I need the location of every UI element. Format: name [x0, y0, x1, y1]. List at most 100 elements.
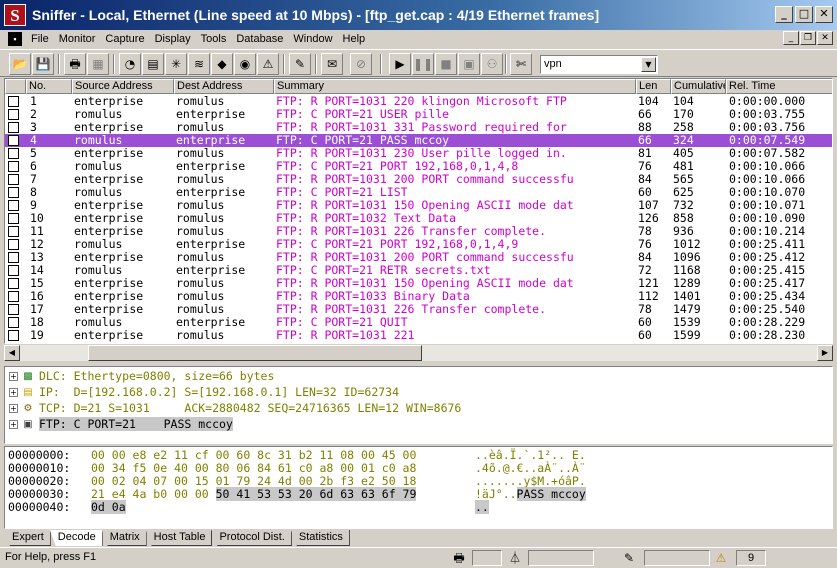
define-filter-icon[interactable]: ✄ [510, 53, 532, 75]
menu-capture[interactable]: Capture [100, 33, 149, 45]
header-dest-address[interactable]: Dest Address [174, 79, 274, 94]
pause-capture-icon[interactable]: ❚❚ [412, 53, 434, 75]
frame-checkbox[interactable] [8, 226, 19, 237]
minimize-button[interactable]: _ [775, 6, 793, 23]
header-cumulative[interactable]: Cumulative [671, 79, 726, 94]
child-restore-button[interactable]: ❐ [800, 31, 816, 45]
decode-line[interactable]: + ⚙ TCP: D=21 S=1031 ACK=2880482 SEQ=24716… [9, 400, 461, 416]
expand-plus-icon[interactable]: + [9, 387, 18, 397]
header-len[interactable]: Len [636, 79, 671, 94]
frame-row[interactable]: 4 romulus enterprise FTP: C PORT=21 PASS mc… [5, 134, 832, 147]
start-capture-icon[interactable]: ▶ [389, 53, 411, 75]
frame-row[interactable]: 9 enterprise romulus FTP: R PORT=1031 150 O… [5, 199, 832, 212]
decode-line[interactable]: + ▩ DLC: Ethertype=0800, size=66 bytes [9, 368, 274, 384]
hex-row[interactable]: 00000030: 21 e4 4a b0 00 00 50 41 53 53 2… [8, 487, 828, 501]
display-capture-icon[interactable]: ⚇ [481, 53, 503, 75]
tab-matrix[interactable]: Matrix [101, 530, 147, 546]
frame-row[interactable]: 7 enterprise romulus FTP: R PORT=1031 200 P… [5, 173, 832, 186]
frame-checkbox[interactable] [8, 96, 19, 107]
frame-row[interactable]: 10 enterprise romulus FTP: R PORT=1032 Text… [5, 212, 832, 225]
frame-checkbox[interactable] [8, 265, 19, 276]
application-response-icon[interactable]: ≋ [188, 53, 210, 75]
header-no[interactable]: No. [26, 79, 72, 94]
filter-dropdown[interactable]: vpn ▼ [540, 55, 658, 74]
open-folder-icon[interactable]: 📂 [9, 53, 31, 75]
stop-and-display-icon[interactable]: ▣ [458, 53, 480, 75]
frame-row[interactable]: 11 enterprise romulus FTP: R PORT=1031 226 … [5, 225, 832, 238]
frame-checkbox[interactable] [8, 239, 19, 250]
decode-pane[interactable]: + ▩ DLC: Ethertype=0800, size=66 bytes + ▤ IP… [4, 366, 833, 444]
menu-window[interactable]: Window [288, 33, 337, 45]
print-icon[interactable]: 🖶 [64, 53, 86, 75]
frame-row[interactable]: 19 enterprise romulus FTP: R PORT=1031 221 6… [5, 329, 832, 342]
frame-checkbox[interactable] [8, 304, 19, 315]
frame-checkbox[interactable] [8, 161, 19, 172]
frame-row[interactable]: 2 romulus enterprise FTP: C PORT=21 USER pi… [5, 108, 832, 121]
menu-help[interactable]: Help [338, 33, 371, 45]
frame-checkbox[interactable] [8, 317, 19, 328]
chevron-down-icon[interactable]: ▼ [641, 57, 656, 72]
frame-checkbox[interactable] [8, 252, 19, 263]
frame-row[interactable]: 18 romulus enterprise FTP: C PORT=21 QUIT 60… [5, 316, 832, 329]
app-logo-icon[interactable]: S [4, 4, 26, 26]
alarm-log-icon[interactable]: ⚠ [257, 53, 279, 75]
frame-row[interactable]: 1 enterprise romulus FTP: R PORT=1031 220 k… [5, 95, 832, 108]
frame-checkbox[interactable] [8, 148, 19, 159]
frame-row[interactable]: 14 romulus enterprise FTP: C PORT=21 RETR s… [5, 264, 832, 277]
tab-expert[interactable]: Expert [4, 530, 51, 546]
frame-checkbox[interactable] [8, 291, 19, 302]
title-bar[interactable]: S Sniffer - Local, Ethernet (Line speed … [0, 0, 837, 30]
header-rel-time[interactable]: Rel. Time [726, 79, 832, 94]
header-source-address[interactable]: Source Address [72, 79, 174, 94]
frame-checkbox[interactable] [8, 109, 19, 120]
frame-row[interactable]: 17 enterprise romulus FTP: R PORT=1031 226 … [5, 303, 832, 316]
menu-database[interactable]: Database [231, 33, 288, 45]
tab-decode[interactable]: Decode [49, 530, 103, 546]
history-samples-icon[interactable]: ◆ [211, 53, 233, 75]
decode-line[interactable]: + ▣ FTP: C PORT=21 PASS mccoy [9, 416, 233, 432]
print-preview-icon[interactable]: ▦ [87, 53, 109, 75]
expand-plus-icon[interactable]: + [9, 403, 18, 413]
tab-protocol-dist[interactable]: Protocol Dist. [211, 530, 292, 546]
header-checkbox-column[interactable] [5, 79, 26, 94]
frame-row[interactable]: 6 romulus enterprise FTP: C PORT=21 PORT 19… [5, 160, 832, 173]
document-icon[interactable]: ▪ [8, 32, 22, 46]
menu-tools[interactable]: Tools [196, 33, 232, 45]
frame-row[interactable]: 16 enterprise romulus FTP: R PORT=1033 Bina… [5, 290, 832, 303]
menu-file[interactable]: File [26, 33, 54, 45]
scroll-right-icon[interactable]: ▶ [817, 345, 833, 361]
hex-pane[interactable]: 00000000: 00 00 e8 e2 11 cf 00 60 8c 31 b… [4, 446, 833, 529]
frame-row[interactable]: 15 enterprise romulus FTP: R PORT=1031 150 … [5, 277, 832, 290]
frame-checkbox[interactable] [8, 135, 19, 146]
frame-row[interactable]: 12 romulus enterprise FTP: C PORT=21 PORT 1… [5, 238, 832, 251]
decode-line[interactable]: + ▤ IP: D=[192.168.0.2] S=[192.168.0.1] LE… [9, 384, 399, 400]
frame-row[interactable]: 13 enterprise romulus FTP: R PORT=1031 200 … [5, 251, 832, 264]
dashboard-icon[interactable]: ◔ [119, 53, 141, 75]
stop-capture-icon[interactable]: ■ [435, 53, 457, 75]
tab-host-table[interactable]: Host Table [145, 530, 213, 546]
frame-row[interactable]: 8 romulus enterprise FTP: C PORT=21 LIST 60 6… [5, 186, 832, 199]
header-summary[interactable]: Summary [274, 79, 636, 94]
matrix-icon[interactable]: ✳ [165, 53, 187, 75]
frame-checkbox[interactable] [8, 330, 19, 341]
expand-plus-icon[interactable]: + [9, 371, 18, 381]
expand-plus-icon[interactable]: + [9, 419, 18, 429]
frame-row[interactable]: 5 enterprise romulus FTP: R PORT=1031 230 U… [5, 147, 832, 160]
hex-row[interactable]: 00000040: 0d 0a.. [8, 500, 828, 514]
menu-monitor[interactable]: Monitor [54, 33, 101, 45]
frame-row[interactable]: 3 enterprise romulus FTP: R PORT=1031 331 P… [5, 121, 832, 134]
frame-checkbox[interactable] [8, 278, 19, 289]
frame-checkbox[interactable] [8, 213, 19, 224]
stop-filter-icon[interactable]: ⊘ [350, 53, 372, 75]
frame-checkbox[interactable] [8, 174, 19, 185]
horizontal-scrollbar[interactable]: ◀ ▶ [4, 344, 833, 361]
frame-list[interactable]: No. Source Address Dest Address Summary … [4, 78, 833, 344]
host-table-icon[interactable]: ▤ [142, 53, 164, 75]
save-icon[interactable]: 💾 [32, 53, 54, 75]
frame-checkbox[interactable] [8, 200, 19, 211]
frame-checkbox[interactable] [8, 187, 19, 198]
protocol-distribution-icon[interactable]: ◉ [234, 53, 256, 75]
child-minimize-button[interactable]: _ [783, 31, 799, 45]
close-button[interactable]: ✕ [815, 6, 833, 23]
tab-statistics[interactable]: Statistics [290, 530, 350, 546]
